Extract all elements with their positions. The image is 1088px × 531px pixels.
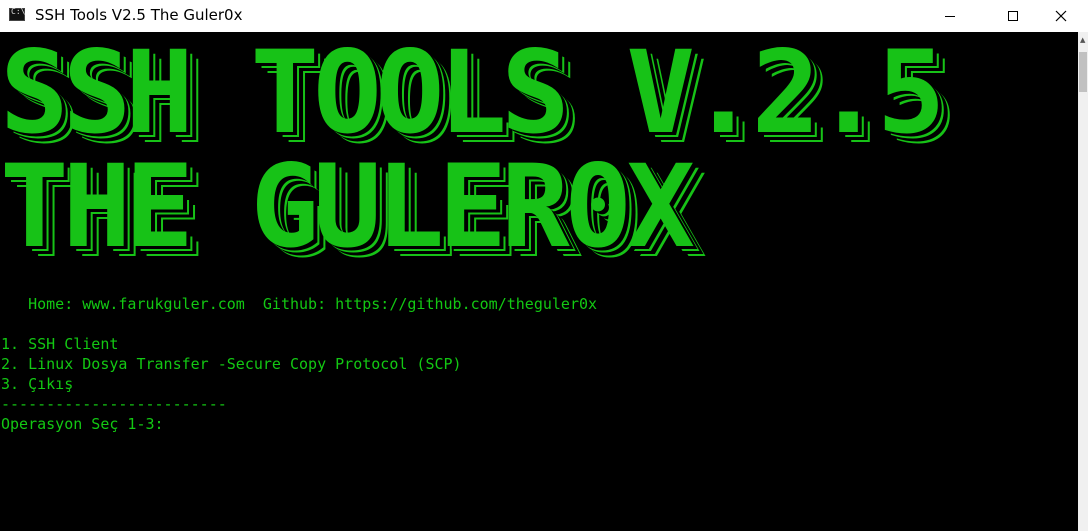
scroll-thumb[interactable] (1079, 52, 1087, 92)
banner-line-2: THE GULER0X (0, 140, 695, 273)
banner-line-1: SSH TOOLS V.2.5 (0, 32, 946, 159)
close-icon (1055, 10, 1067, 22)
close-button[interactable] (1038, 0, 1084, 32)
vertical-scrollbar[interactable]: ▲ (1078, 32, 1088, 531)
minimize-icon (945, 15, 955, 17)
maximize-icon (1008, 11, 1018, 21)
info-line: Home: www.farukguler.com Github: https:/… (1, 295, 598, 313)
operation-prompt[interactable]: Operasyon Seç 1-3: (1, 414, 164, 434)
title-bar[interactable]: SSH Tools V2.5 The Guler0x (0, 0, 1088, 32)
console-window: SSH Tools V2.5 The Guler0x SSH TOOLS V.2… (0, 0, 1088, 531)
minimize-button[interactable] (927, 0, 973, 32)
separator-line: ------------------------- (1, 395, 227, 413)
menu-item-ssh-client: 1. SSH Client (1, 335, 119, 353)
menu-item-scp-transfer: 2. Linux Dosya Transfer -Secure Copy Pro… (1, 355, 462, 373)
console-icon (9, 7, 25, 21)
console-output[interactable]: SSH TOOLS V.2.5 THE GULER0X Home: www.fa… (0, 32, 1078, 531)
window-title: SSH Tools V2.5 The Guler0x (35, 6, 243, 24)
maximize-button[interactable] (990, 0, 1036, 32)
scroll-up-icon[interactable]: ▲ (1080, 36, 1085, 44)
menu-item-exit: 3. Çıkış (1, 375, 74, 393)
